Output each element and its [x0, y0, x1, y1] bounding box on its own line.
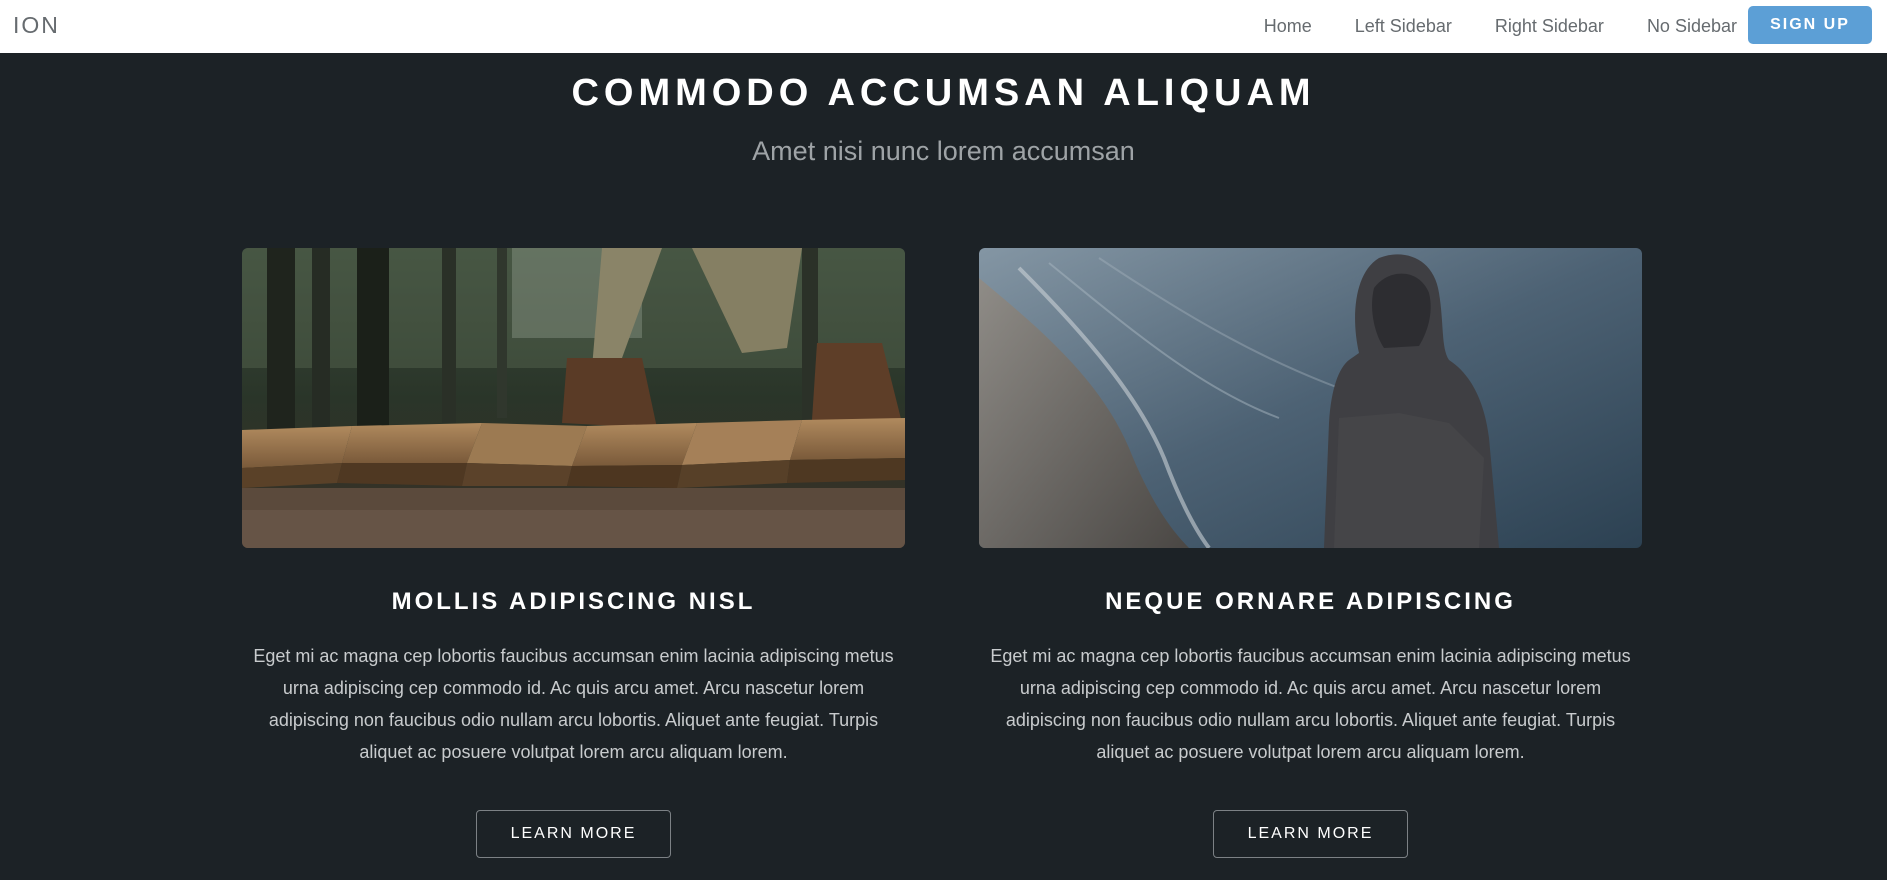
card-title: MOLLIS ADIPISCING NISL — [391, 588, 756, 615]
learn-more-button[interactable]: LEARN MORE — [1213, 810, 1408, 858]
feature-card-2: NEQUE ORNARE ADIPISCING Eget mi ac magna… — [979, 248, 1642, 858]
top-navbar: ION Home Left Sidebar Right Sidebar No S… — [0, 0, 1887, 53]
learn-more-button[interactable]: LEARN MORE — [476, 810, 671, 858]
signup-button[interactable]: SIGN UP — [1748, 6, 1872, 44]
nav-link-right-sidebar[interactable]: Right Sidebar — [1495, 16, 1604, 37]
feature-card-1: MOLLIS ADIPISCING NISL Eget mi ac magna … — [242, 248, 905, 858]
hooded-person-shore-image — [979, 248, 1642, 548]
forest-boardwalk-image — [242, 248, 905, 548]
nav-link-home[interactable]: Home — [1264, 16, 1312, 37]
site-logo[interactable]: ION — [13, 12, 60, 39]
nav-link-no-sidebar[interactable]: No Sidebar — [1647, 16, 1737, 37]
card-description: Eget mi ac magna cep lobortis faucibus a… — [253, 646, 894, 762]
nav-links: Home Left Sidebar Right Sidebar No Sideb… — [1221, 0, 1737, 53]
page-subtitle: Amet nisi nunc lorem accumsan — [752, 136, 1135, 166]
card-description: Eget mi ac magna cep lobortis faucibus a… — [990, 646, 1631, 762]
card-title: NEQUE ORNARE ADIPISCING — [1105, 588, 1516, 615]
page-title: COMMODO ACCUMSAN ALIQUAM — [571, 72, 1316, 114]
nav-link-left-sidebar[interactable]: Left Sidebar — [1355, 16, 1452, 37]
